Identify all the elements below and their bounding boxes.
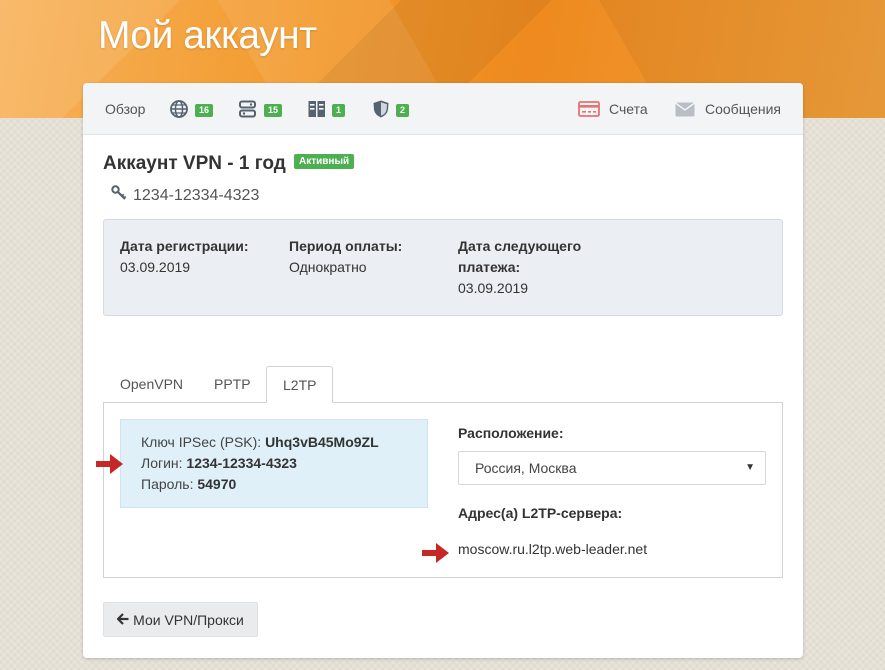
- nav-overview[interactable]: Обзор: [105, 83, 145, 135]
- nav-invoices[interactable]: Счета: [578, 83, 648, 135]
- account-title: Аккаунт VPN - 1 год: [103, 153, 286, 174]
- chevron-down-icon: ▼: [745, 462, 755, 473]
- nav-globe[interactable]: [169, 83, 189, 135]
- nav-messages-label: Сообщения: [705, 101, 781, 117]
- location-label: Расположение:: [458, 425, 564, 441]
- servers-count-badge: 15: [264, 104, 283, 117]
- next-payment-label-line2: платежа:: [458, 259, 521, 275]
- psk-value: Uhq3vB45Mo9ZL: [265, 434, 379, 450]
- envelope-icon: [675, 101, 695, 117]
- next-payment-label-line1: Дата следующего: [458, 238, 582, 254]
- storage-icon: [307, 99, 327, 119]
- tab-openvpn[interactable]: OpenVPN: [104, 366, 199, 403]
- login-row: Логин: 1234-12334-4323: [141, 453, 427, 474]
- next-payment-info: Дата следующего платежа: 03.09.2019: [458, 236, 581, 299]
- registration-info: Дата регистрации: 03.09.2019: [120, 236, 249, 278]
- arrow-right-icon: [96, 454, 123, 474]
- billing-period-value: Однократно: [289, 259, 367, 275]
- password-row: Пароль: 54970: [141, 474, 427, 495]
- nav-shield[interactable]: [371, 83, 391, 135]
- back-button-label: Мои VPN/Прокси: [133, 611, 244, 628]
- billing-period-label: Период оплаты:: [289, 238, 403, 254]
- registration-value: 03.09.2019: [120, 259, 191, 275]
- psk-row: Ключ IPSec (PSK): Uhq3vB45Mo9ZL: [141, 432, 427, 453]
- billing-period-info: Период оплаты: Однократно: [289, 236, 402, 278]
- globe-count-badge: 16: [195, 104, 214, 117]
- shield-icon: [371, 99, 391, 119]
- password-label: Пароль:: [141, 476, 194, 492]
- back-to-vpn-button[interactable]: Мои VPN/Прокси: [103, 602, 258, 637]
- psk-label: Ключ IPSec (PSK):: [141, 434, 262, 450]
- location-selected-value: Россия, Москва: [475, 460, 577, 476]
- status-badge: Активный: [294, 154, 355, 169]
- nav-messages[interactable]: Сообщения: [675, 83, 781, 135]
- protocol-tabs: OpenVPN PPTP L2TP: [103, 366, 783, 403]
- credentials-box: Ключ IPSec (PSK): Uhq3vB45Mo9ZL Логин: 1…: [120, 419, 428, 508]
- page-title: Мой аккаунт: [98, 14, 317, 57]
- registration-label: Дата регистрации:: [120, 238, 249, 254]
- nav-servers[interactable]: [238, 83, 258, 135]
- login-label: Логин:: [141, 455, 183, 471]
- tab-l2tp[interactable]: L2TP: [266, 366, 334, 403]
- storage-count-badge: 1: [332, 104, 346, 117]
- globe-icon: [169, 99, 189, 119]
- nav-storage[interactable]: [307, 83, 327, 135]
- invoice-icon: [578, 101, 600, 117]
- login-value: 1234-12334-4323: [186, 455, 297, 471]
- servers-icon: [238, 99, 258, 119]
- account-nav: Обзор 16 15 1 2 Счета Сообщения: [83, 83, 803, 135]
- arrow-left-icon: [116, 612, 133, 628]
- password-value: 54970: [197, 476, 237, 492]
- shield-count-badge: 2: [396, 104, 410, 117]
- account-id-value: 1234-12334-4323: [133, 186, 260, 204]
- server-address: moscow.ru.l2tp.web-leader.net: [458, 541, 648, 557]
- nav-overview-label: Обзор: [105, 101, 146, 117]
- billing-info: Дата регистрации: 03.09.2019 Период опла…: [103, 219, 783, 316]
- next-payment-value: 03.09.2019: [458, 280, 529, 296]
- tab-pptp[interactable]: PPTP: [198, 366, 267, 403]
- key-icon: [111, 185, 133, 206]
- location-select[interactable]: Россия, Москва ▼: [458, 451, 766, 485]
- nav-invoices-label: Счета: [609, 101, 648, 117]
- account-id: 1234-12334-4323: [111, 185, 259, 206]
- server-label: Адрес(а) L2TP-сервера:: [458, 505, 623, 521]
- arrow-right-icon: [422, 543, 449, 563]
- account-card: Обзор 16 15 1 2 Счета Сообщения Аккаунт …: [83, 83, 803, 658]
